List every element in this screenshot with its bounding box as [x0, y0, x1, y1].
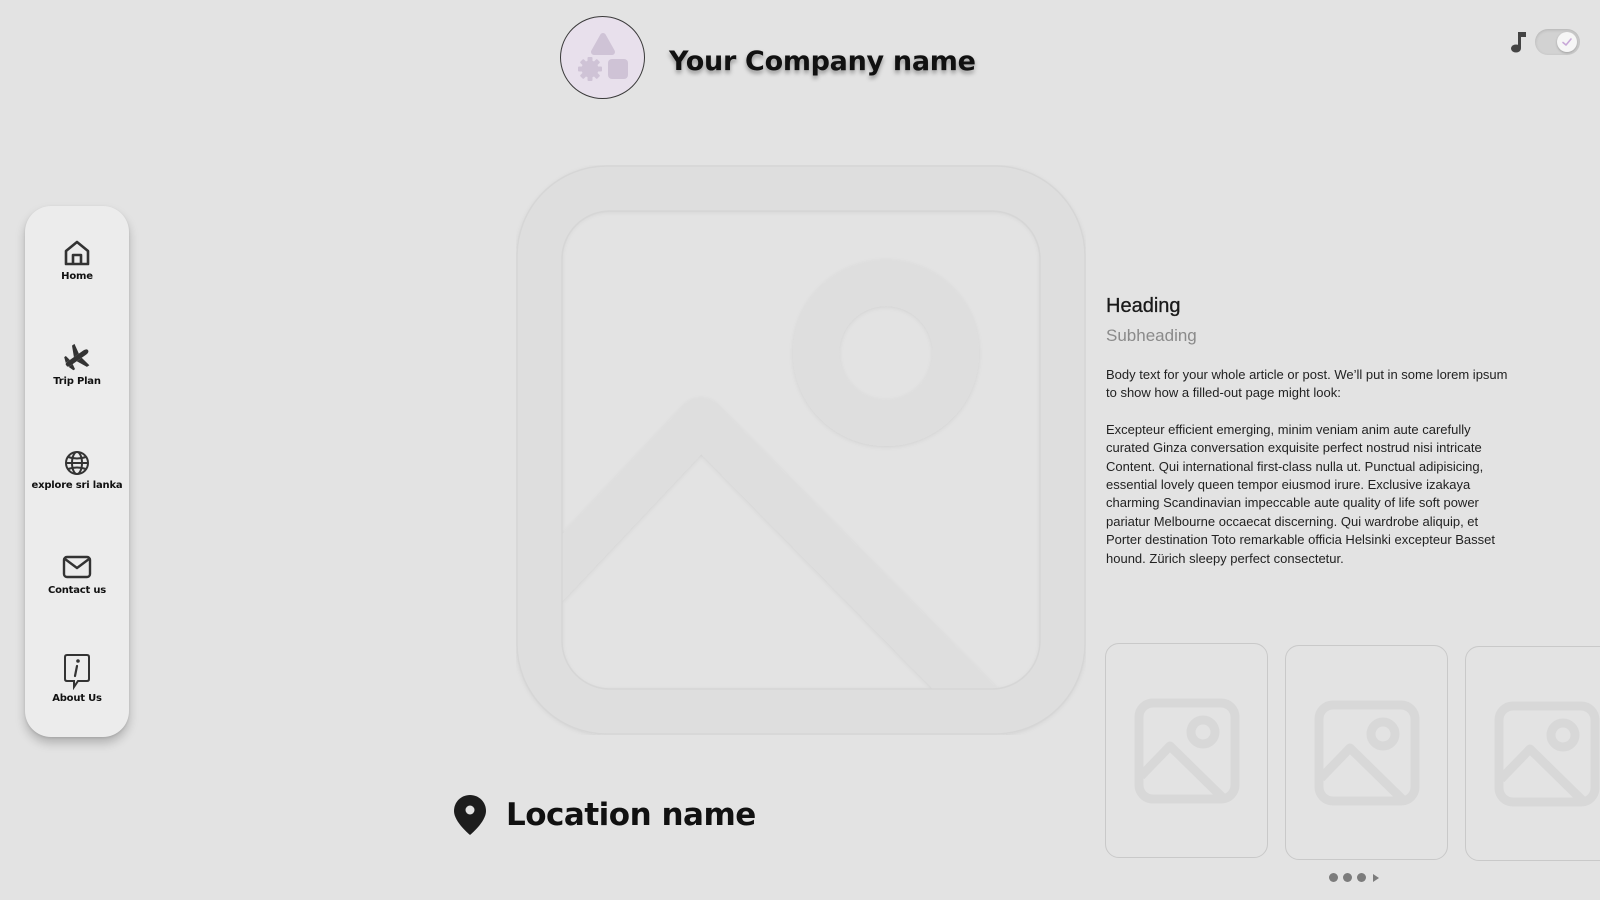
- article-paragraph: Excepteur efficient emerging, minim veni…: [1106, 421, 1495, 566]
- sidebar-item-label: Trip Plan: [53, 376, 101, 387]
- shapes-icon: [577, 32, 628, 81]
- sidebar-item-trip-plan[interactable]: Trip Plan: [25, 343, 129, 387]
- pager-dot[interactable]: [1329, 873, 1338, 882]
- sidebar-item-label: Contact us: [47, 585, 107, 596]
- pager-dot[interactable]: [1343, 873, 1352, 882]
- check-icon: [1562, 38, 1572, 46]
- article-heading: Heading: [1106, 295, 1181, 317]
- image-placeholder-icon: [1134, 698, 1239, 803]
- gallery-thumbnail[interactable]: [1105, 643, 1268, 858]
- sidebar-item-label: explore sri lanka: [31, 480, 123, 491]
- gallery-thumbnail[interactable]: [1285, 645, 1448, 860]
- home-icon: [64, 240, 90, 266]
- mail-icon: [62, 555, 92, 579]
- article-paragraph: Body text for your whole article or post…: [1106, 367, 1508, 401]
- article-body: Body text for your whole article or post…: [1106, 366, 1511, 568]
- sidebar-item-about-us[interactable]: About Us: [25, 652, 129, 704]
- info-icon: [64, 654, 90, 690]
- theme-toggle[interactable]: [1535, 29, 1580, 55]
- globe-icon: [65, 451, 89, 475]
- gallery-pager: [1329, 873, 1379, 882]
- article: Heading Subheading Body text for your wh…: [1106, 295, 1511, 568]
- airplane-icon: [64, 343, 90, 371]
- article-subheading: Subheading: [1106, 326, 1197, 345]
- map-pin-icon: [454, 795, 486, 835]
- image-placeholder-icon[interactable]: [516, 165, 1086, 735]
- next-arrow-icon[interactable]: [1373, 873, 1379, 882]
- sidebar-item-contact-us[interactable]: Contact us: [25, 552, 129, 596]
- company-logo[interactable]: [560, 16, 645, 99]
- image-placeholder-icon: [1314, 700, 1419, 805]
- sidebar-item-label: Home: [61, 271, 93, 282]
- sidebar-item-label: About Us: [52, 693, 102, 704]
- music-note-icon[interactable]: [1508, 30, 1528, 54]
- company-name: Your Company name: [669, 46, 976, 77]
- sidebar-item-home[interactable]: Home: [25, 238, 129, 282]
- image-placeholder-icon: [1494, 701, 1599, 806]
- location-name: Location name: [506, 797, 756, 833]
- gallery-thumbnail[interactable]: [1465, 646, 1600, 861]
- sidebar-nav: Home Trip Plan explore sri lanka Contact…: [25, 206, 129, 737]
- sidebar-item-explore-sri-lanka[interactable]: explore sri lanka: [25, 449, 129, 491]
- toggle-knob: [1557, 32, 1577, 52]
- location-label: Location name: [452, 793, 756, 837]
- pager-dot[interactable]: [1357, 873, 1366, 882]
